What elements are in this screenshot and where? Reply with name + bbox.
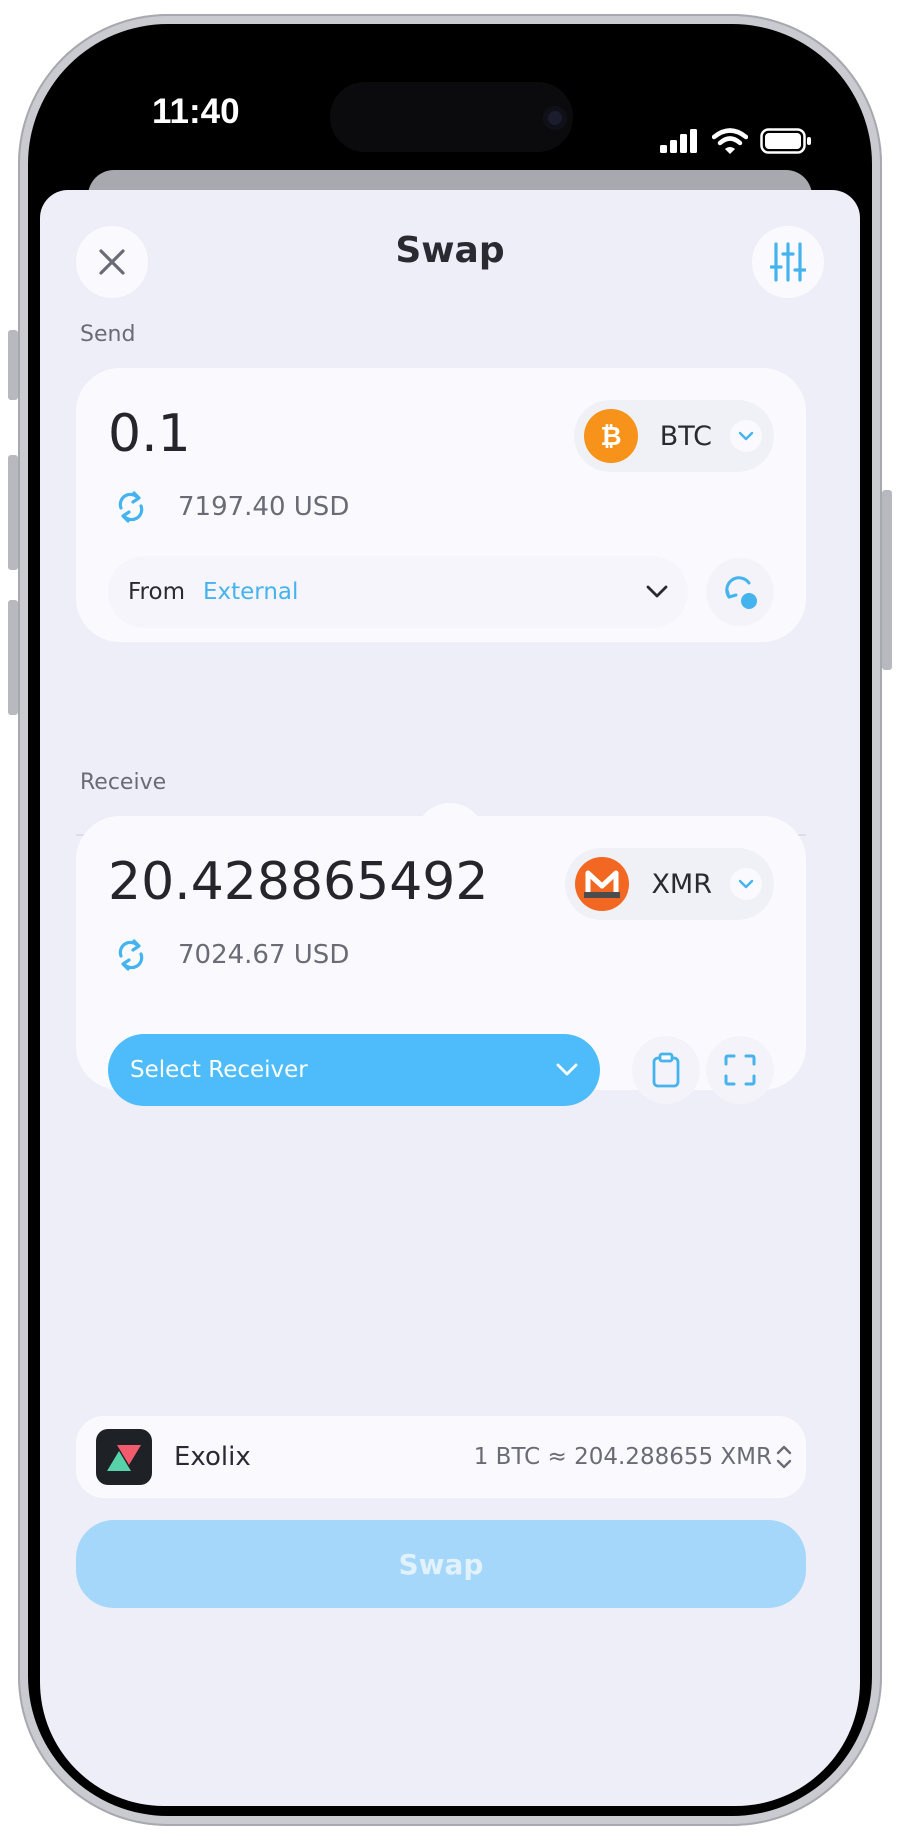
- send-label: Send: [80, 322, 136, 347]
- from-label: From: [128, 579, 185, 605]
- select-receiver-button[interactable]: Select Receiver: [108, 1034, 600, 1106]
- dynamic-island: [330, 82, 573, 152]
- receive-fiat-row: 7024.67 USD: [116, 938, 349, 972]
- exolix-logo-icon: [96, 1429, 152, 1485]
- receive-card: 20.428865492 XMR 7024.67 USD Select Rece…: [76, 816, 806, 1106]
- refresh-icon[interactable]: [116, 938, 146, 972]
- settings-button[interactable]: [752, 226, 824, 298]
- receive-label: Receive: [80, 770, 167, 795]
- from-value: External: [202, 579, 299, 605]
- bitcoin-icon: ₿: [583, 409, 638, 463]
- status-time: 11:40: [152, 92, 240, 131]
- select-receiver-label: Select Receiver: [130, 1057, 308, 1083]
- receive-coin-selector[interactable]: XMR: [565, 848, 774, 920]
- camera-icon: [543, 106, 567, 130]
- receive-coin-symbol: XMR: [651, 868, 712, 900]
- provider-rate: 1 BTC ≈ 204.288655 XMR: [473, 1444, 772, 1470]
- page-title: Swap: [395, 230, 505, 271]
- refresh-icon[interactable]: [116, 490, 146, 524]
- wallet-connect-button[interactable]: [706, 558, 774, 626]
- volume-down-button: [8, 600, 18, 715]
- swap-sheet: Swap Send 0.1 ₿ BTC 7197.40 USD From Ext…: [40, 190, 860, 1806]
- monero-icon: [575, 857, 630, 911]
- wifi-icon: [712, 128, 748, 154]
- screen: 11:40 Swap Send 0.1 ₿ BTC 7197.40 USD Fr…: [40, 34, 860, 1806]
- receive-amount: 20.428865492: [108, 852, 489, 912]
- chevron-down-icon: [730, 420, 762, 452]
- chevron-down-icon: [556, 1063, 578, 1076]
- chevron-updown-icon: [776, 1445, 792, 1469]
- from-selector[interactable]: From External: [108, 556, 688, 628]
- svg-text:₿: ₿: [600, 422, 621, 452]
- action-button: [8, 330, 18, 400]
- battery-icon: [760, 128, 811, 154]
- receive-fiat-value: 7024.67 USD: [178, 940, 350, 970]
- clipboard-icon: [652, 1052, 680, 1088]
- send-coin-symbol: BTC: [659, 420, 712, 452]
- swap-button[interactable]: Swap: [76, 1520, 806, 1608]
- send-fiat-value: 7197.40 USD: [178, 492, 350, 522]
- signal-icon: [660, 129, 697, 153]
- send-coin-selector[interactable]: ₿ BTC: [573, 400, 774, 472]
- chevron-down-icon: [730, 868, 762, 900]
- scan-button[interactable]: [706, 1036, 774, 1104]
- power-button: [882, 490, 892, 670]
- send-fiat-row: 7197.40 USD: [116, 490, 349, 524]
- volume-up-button: [8, 455, 18, 570]
- send-amount-input[interactable]: 0.1: [108, 404, 191, 464]
- sliders-icon: [770, 242, 806, 282]
- send-card: 0.1 ₿ BTC 7197.40 USD From External: [76, 368, 806, 642]
- provider-name: Exolix: [174, 1442, 251, 1472]
- wallet-refresh-icon: [725, 576, 757, 609]
- scan-icon: [724, 1054, 756, 1086]
- provider-selector[interactable]: Exolix 1 BTC ≈ 204.288655 XMR: [76, 1416, 806, 1498]
- status-icons: [660, 128, 812, 154]
- paste-button[interactable]: [632, 1036, 700, 1104]
- chevron-down-icon: [646, 585, 668, 598]
